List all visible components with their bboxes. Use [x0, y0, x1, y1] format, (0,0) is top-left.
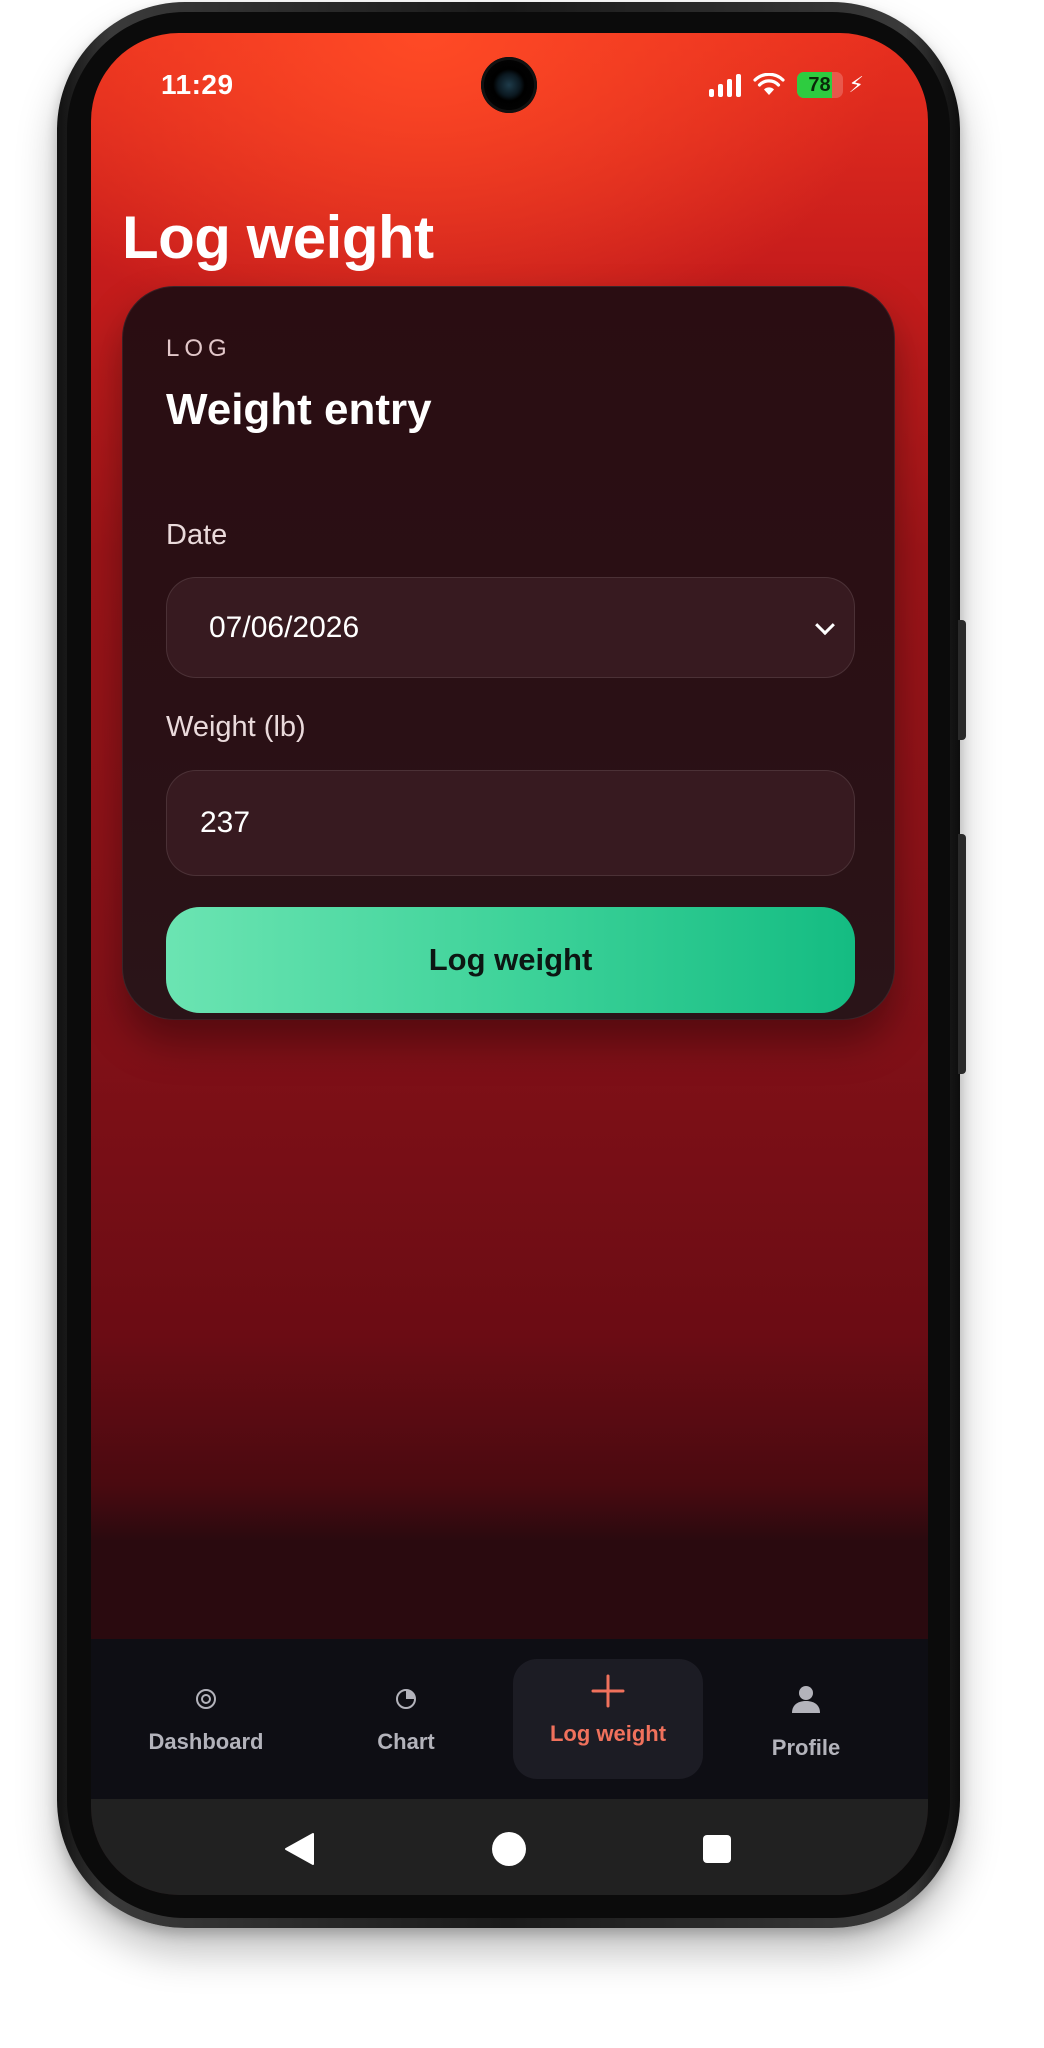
nav-label-profile: Profile [771, 1735, 841, 1760]
weight-entry-card: LOG Weight entry Date 07/06/2026 Weight … [122, 286, 895, 1020]
status-bar: 11:29 78 ⚡︎ [91, 33, 928, 133]
recent-apps-button[interactable] [697, 1829, 737, 1869]
target-icon [196, 1689, 216, 1709]
status-time: 11:29 [161, 69, 234, 100]
page-title: Log weight [122, 204, 434, 271]
back-button[interactable] [279, 1829, 319, 1869]
home-button[interactable] [489, 1829, 529, 1869]
home-circle-icon [492, 1832, 526, 1866]
nav-item-profile[interactable]: Profile [706, 1639, 906, 1799]
wifi-icon [752, 73, 785, 95]
bottom-nav: Dashboard Chart Log weight Profile [91, 1639, 928, 1799]
weight-label: Weight (lb) [166, 711, 306, 743]
status-icons: 78 ⚡︎ [708, 69, 864, 101]
chevron-down-icon [815, 614, 835, 635]
person-icon [792, 1686, 820, 1713]
nav-label-dashboard: Dashboard [148, 1729, 264, 1754]
nav-item-dashboard[interactable]: Dashboard [106, 1639, 306, 1799]
log-weight-button[interactable]: Log weight [166, 907, 855, 1013]
power-button [958, 620, 966, 740]
date-value: 07/06/2026 [209, 610, 360, 644]
nav-label-log-weight: Log weight [549, 1721, 667, 1746]
card-eyebrow: LOG [166, 335, 232, 362]
nav-item-chart[interactable]: Chart [306, 1639, 506, 1799]
weight-value: 237 [200, 806, 251, 839]
front-camera [481, 57, 537, 113]
charging-bolt-icon: ⚡︎ [848, 72, 864, 97]
date-label: Date [166, 519, 228, 551]
plus-icon [591, 1674, 625, 1708]
screen: 11:29 78 ⚡︎ Log weight LOG Weight entry … [91, 33, 928, 1895]
battery-icon: 78 [796, 72, 843, 98]
signal-icon [708, 73, 741, 97]
card-title: Weight entry [166, 385, 432, 434]
system-nav-bar [91, 1799, 928, 1895]
weight-input[interactable]: 237 [166, 770, 855, 876]
back-triangle-icon [285, 1833, 314, 1865]
pie-chart-icon [396, 1689, 416, 1709]
nav-item-log-weight[interactable]: Log weight [513, 1659, 703, 1779]
date-select[interactable]: 07/06/2026 [166, 577, 855, 678]
volume-button [958, 834, 966, 1074]
nav-label-chart: Chart [377, 1729, 435, 1754]
battery-percent: 78 [808, 73, 831, 96]
recent-square-icon [703, 1835, 731, 1863]
